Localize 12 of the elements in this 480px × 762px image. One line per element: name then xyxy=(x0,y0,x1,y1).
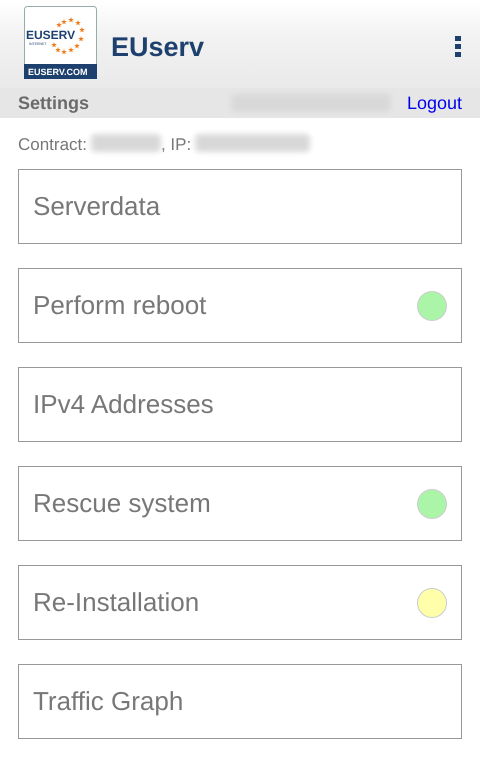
logout-link[interactable]: Logout xyxy=(406,90,462,116)
menu-item[interactable]: Traffic Graph xyxy=(18,664,462,739)
menu-item[interactable]: Re-Installation xyxy=(18,565,462,640)
menu-item[interactable]: Serverdata xyxy=(18,169,462,244)
app-title: EUserv xyxy=(111,30,204,64)
menu-item[interactable]: Perform reboot xyxy=(18,268,462,343)
settings-link[interactable]: Settings xyxy=(18,90,90,116)
menu-item[interactable]: Rescue system xyxy=(18,466,462,541)
info-label: , IP: xyxy=(160,134,192,156)
menu-item[interactable]: IPv4 Addresses xyxy=(18,367,462,442)
overflow-menu-icon[interactable] xyxy=(454,36,462,58)
info-label: Contract: xyxy=(18,134,87,156)
